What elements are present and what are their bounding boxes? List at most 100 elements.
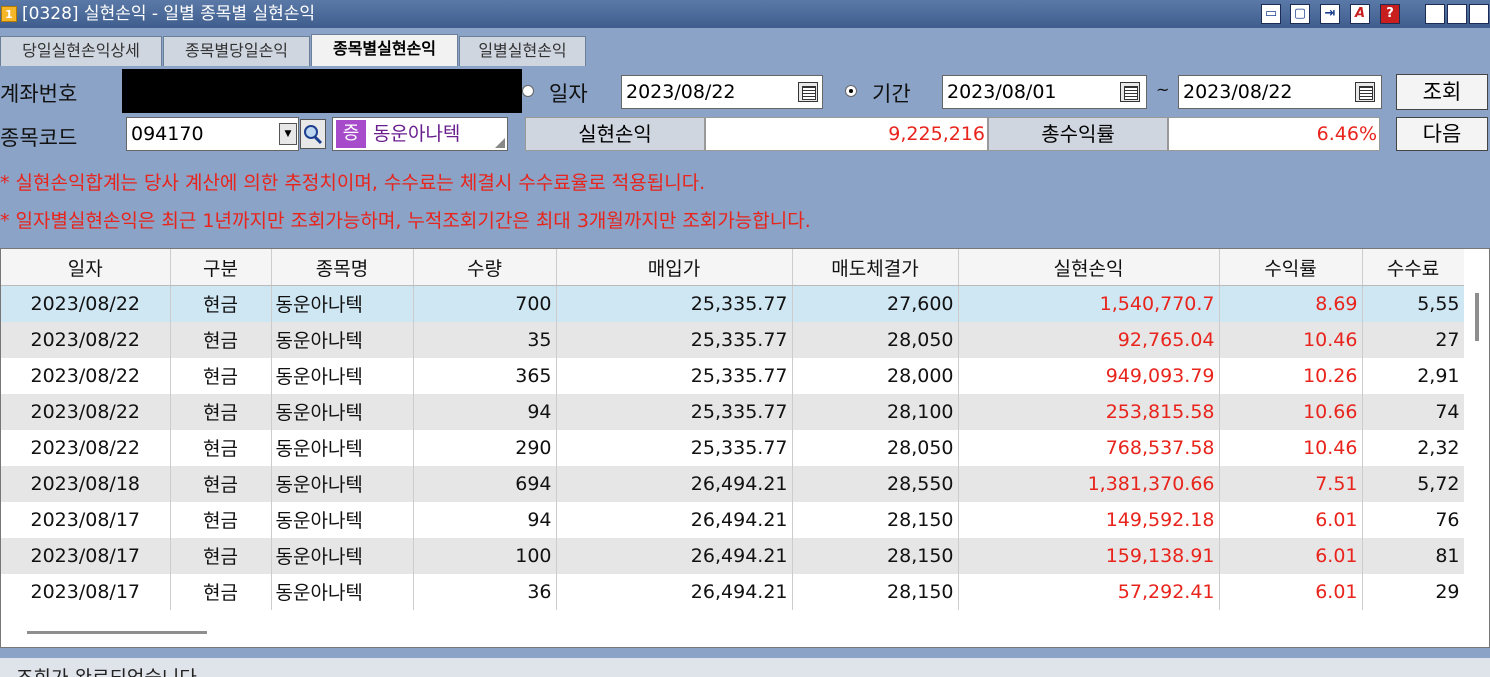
cell-fee: 5,72 [1362,465,1465,502]
table-row[interactable]: 2023/08/17 현금 동운아나텍 36 26,494.21 28,150 57,292… [1,573,1465,610]
vertical-scrollbar[interactable] [1464,249,1489,647]
col-header-stock-name[interactable]: 종목명 [271,249,414,286]
radio-period[interactable] [845,85,857,97]
search-icon[interactable] [300,119,326,149]
cell-stock-name: 동운아나텍 [271,321,414,358]
cell-sell-price: 28,000 [792,357,959,394]
cell-quantity: 35 [413,321,557,358]
cell-stock-name: 동운아나텍 [271,429,414,466]
col-header-sell-price[interactable]: 매도체결가 [792,249,959,286]
table-row[interactable]: 2023/08/17 현금 동운아나텍 94 26,494.21 28,150 149,59… [1,501,1465,538]
cell-return-rate: 10.46 [1219,429,1363,466]
next-button[interactable]: 다음 [1396,117,1488,151]
cell-sell-price: 28,100 [792,393,959,430]
query-button[interactable]: 조회 [1396,74,1488,110]
notice-line-2: * 일자별실현손익은 최근 1년까지만 조회가능하며, 누적조회기간은 최대 3… [0,210,811,232]
cell-type: 현금 [170,501,272,538]
close-button[interactable]: × [1469,4,1489,24]
cell-fee: 2,32 [1362,429,1465,466]
cell-realized-pl: 949,093.79 [958,357,1220,394]
horizontal-scroll-thumb[interactable] [27,631,207,634]
cell-fee: 81 [1362,537,1465,574]
app-icon: 1 [1,6,17,22]
col-header-fee[interactable]: 수수료 [1362,249,1465,286]
date-from-input[interactable]: 2023/08/01 [942,75,1147,109]
col-header-buy-price[interactable]: 매입가 [556,249,793,286]
col-header-date[interactable]: 일자 [1,249,171,286]
date-separator: ~ [1156,80,1170,99]
cell-fee: 2,91 [1362,357,1465,394]
tab-stock-daily-pl[interactable]: 종목별당일손익 [163,36,310,66]
cell-realized-pl: 149,592.18 [958,501,1220,538]
col-header-type[interactable]: 구분 [170,249,272,286]
cell-sell-price: 28,050 [792,321,959,358]
notice-line-1: * 실현손익합계는 당사 계산에 의한 추정치이며, 수수료는 체결시 수수료율… [0,172,706,194]
col-header-return-rate[interactable]: 수익률 [1219,249,1363,286]
title-bar: 1 [0328] 실현손익 - 일별 종목별 실현손익 ▭ ▢ ⇥ A ? _ … [0,0,1490,28]
cell-stock-name: 동운아나텍 [271,465,414,502]
cell-quantity: 94 [413,393,557,430]
cell-date: 2023/08/17 [1,573,171,610]
account-input-redacted[interactable] [122,69,522,113]
cell-return-rate: 8.69 [1219,285,1363,322]
layout-icon[interactable]: ▭ [1261,4,1281,24]
cell-sell-price: 28,550 [792,465,959,502]
cell-type: 현금 [170,429,272,466]
cell-date: 2023/08/17 [1,537,171,574]
query-panel: 계좌번호 일자 2023/08/22 기간 2023/08/01 ~ 2023/… [0,66,1490,240]
minimize-button[interactable]: _ [1425,4,1445,24]
tab-daily-realized-detail[interactable]: 당일실현손익상세 [0,36,162,66]
cell-return-rate: 6.01 [1219,573,1363,610]
cell-buy-price: 26,494.21 [556,501,793,538]
radio-date[interactable] [522,85,534,97]
cell-buy-price: 25,335.77 [556,285,793,322]
cell-realized-pl: 253,815.58 [958,393,1220,430]
col-header-quantity[interactable]: 수량 [413,249,557,286]
calendar-icon[interactable] [1120,82,1140,102]
table-row[interactable]: 2023/08/18 현금 동운아나텍 694 26,494.21 28,550 1,381… [1,465,1465,502]
tab-stock-realized-pl[interactable]: 종목별실현손익 [311,34,458,66]
table-row[interactable]: 2023/08/22 현금 동운아나텍 290 25,335.77 28,050 768,5… [1,429,1465,466]
table-row[interactable]: 2023/08/22 현금 동운아나텍 700 25,335.77 27,600 1,540… [1,285,1465,322]
table-row[interactable]: 2023/08/17 현금 동운아나텍 100 26,494.21 28,150 159,1… [1,537,1465,574]
cell-quantity: 36 [413,573,557,610]
chevron-down-icon[interactable]: ▼ [279,123,297,145]
cell-realized-pl: 1,381,370.66 [958,465,1220,502]
cell-realized-pl: 92,765.04 [958,321,1220,358]
cell-return-rate: 6.01 [1219,501,1363,538]
calendar-icon[interactable] [798,82,818,102]
cell-quantity: 94 [413,501,557,538]
font-icon[interactable]: A [1350,4,1370,24]
cell-stock-name: 동운아나텍 [271,357,414,394]
cell-date: 2023/08/22 [1,429,171,466]
table-row[interactable]: 2023/08/22 현금 동운아나텍 365 25,335.77 28,000 949,0… [1,357,1465,394]
vertical-scroll-thumb[interactable] [1475,293,1479,341]
table-row[interactable]: 2023/08/22 현금 동운아나텍 94 25,335.77 28,100 253,81… [1,393,1465,430]
tab-daily-realized-pl[interactable]: 일별실현손익 [459,36,586,66]
cell-fee: 29 [1362,573,1465,610]
cell-quantity: 694 [413,465,557,502]
cell-return-rate: 10.66 [1219,393,1363,430]
cell-quantity: 700 [413,285,557,322]
date-single-input[interactable]: 2023/08/22 [621,75,823,109]
cell-fee: 74 [1362,393,1465,430]
help-icon[interactable]: ? [1380,4,1400,24]
total-return-label: 총수익률 [988,117,1168,151]
stock-name-field: 증 동운아나텍 [332,117,508,151]
data-table: 일자 구분 종목명 수량 매입가 매도체결가 실현손익 수익률 수수료 2023… [1,249,1465,610]
cell-quantity: 100 [413,537,557,574]
table-row[interactable]: 2023/08/22 현금 동운아나텍 35 25,335.77 28,050 92,765… [1,321,1465,358]
cell-sell-price: 28,150 [792,573,959,610]
calendar-icon[interactable] [1355,82,1375,102]
cell-buy-price: 26,494.21 [556,465,793,502]
radio-period-label: 기간 [872,82,911,106]
pin-icon[interactable]: ⇥ [1320,4,1340,24]
stock-code-input[interactable]: 094170 [126,117,299,151]
date-to-input[interactable]: 2023/08/22 [1178,75,1382,109]
col-header-realized-pl[interactable]: 실현손익 [958,249,1220,286]
window-icon[interactable]: ▢ [1290,4,1310,24]
cell-sell-price: 28,050 [792,429,959,466]
stock-code-value: 094170 [131,123,204,145]
maximize-button[interactable]: □ [1447,4,1467,24]
realized-pl-value: 9,225,216 [705,117,988,151]
